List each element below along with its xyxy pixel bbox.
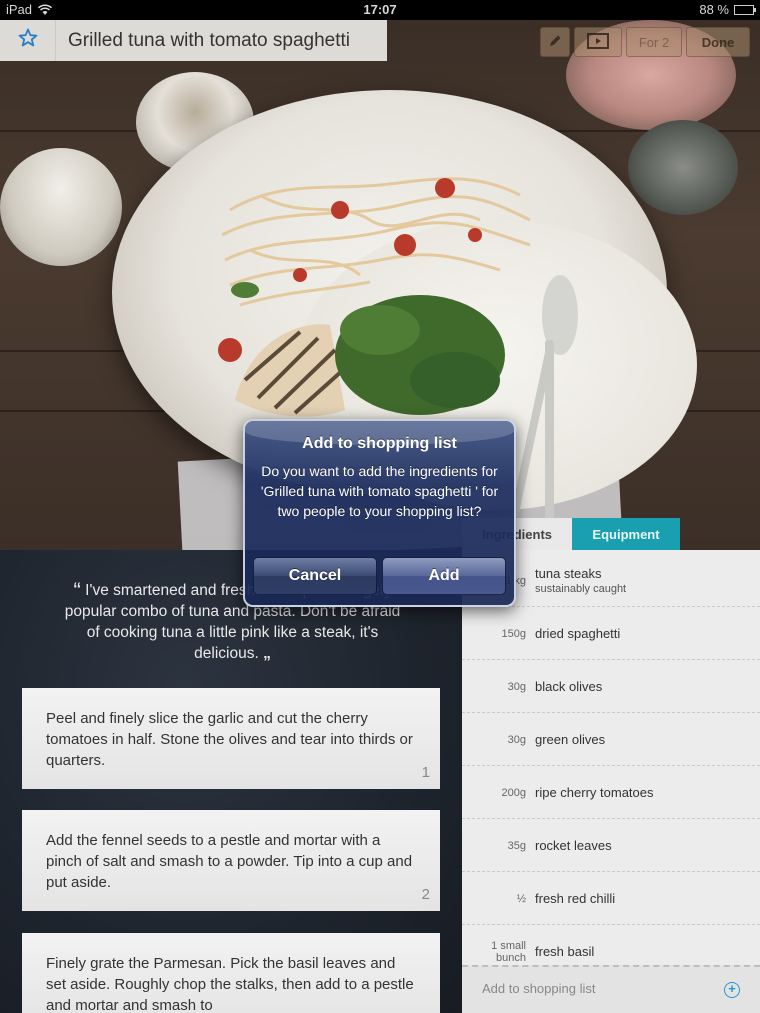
ingredient-quantity: 35g xyxy=(507,839,526,852)
ingredient-row[interactable]: 150g dried spaghetti xyxy=(462,607,760,660)
step-text: Peel and finely slice the garlic and cut… xyxy=(46,710,413,769)
servings-button[interactable]: For 2 xyxy=(626,27,682,57)
add-to-shopping-list-bar[interactable]: Add to shopping list + xyxy=(462,965,760,1013)
tuna-steak xyxy=(235,324,345,417)
battery-percent: 88 % xyxy=(699,2,729,17)
status-bar: iPad 17:07 88 % xyxy=(0,0,760,20)
ingredients-list: 2 x 1 kg tuna steaks sustainably caught … xyxy=(462,550,760,1013)
ingredient-row[interactable]: 35g rocket leaves xyxy=(462,819,760,872)
step-text: Add the fennel seeds to a pestle and mor… xyxy=(46,832,413,891)
ingredient-quantity: 30g xyxy=(507,680,526,693)
spaghetti xyxy=(221,177,531,307)
ingredient-row[interactable]: 30g green olives xyxy=(462,713,760,766)
alert-buttons: Cancel Add xyxy=(253,557,506,595)
fork-spoon xyxy=(510,275,578,540)
open-quote: “ xyxy=(73,578,81,603)
status-right: 88 % xyxy=(699,2,756,17)
title-bar: Grilled tuna with tomato spaghetti xyxy=(0,20,387,61)
ingredient-quantity: 200g xyxy=(501,786,526,799)
add-to-shopping-list-label: Add to shopping list xyxy=(482,981,596,996)
ingredient-quantity: 150g xyxy=(501,627,526,640)
shopping-list-alert: Add to shopping list Do you want to add … xyxy=(243,419,516,607)
ingredient-name: rocket leaves xyxy=(535,838,612,853)
cancel-button[interactable]: Cancel xyxy=(253,557,377,595)
method-step: Peel and finely slice the garlic and cut… xyxy=(22,688,440,789)
recipe-title: Grilled tuna with tomato spaghetti xyxy=(68,29,350,51)
ingredient-name: black olives xyxy=(535,679,603,694)
video-icon xyxy=(587,32,609,52)
ingredient-name: fresh red chilli xyxy=(535,891,616,906)
method-step: Finely grate the Parmesan. Pick the basi… xyxy=(22,933,440,1013)
edit-button[interactable] xyxy=(540,27,570,57)
method-step: Add the fennel seeds to a pestle and mor… xyxy=(22,810,440,911)
ingredient-name: ripe cherry tomatoes xyxy=(535,785,654,800)
pencil-icon xyxy=(548,34,562,51)
video-button[interactable] xyxy=(574,27,622,57)
ingredient-row[interactable]: ½ fresh red chilli xyxy=(462,872,760,925)
add-button[interactable]: Add xyxy=(382,557,506,595)
ingredient-note: sustainably caught xyxy=(535,583,627,595)
ingredient-quantity: 30g xyxy=(507,733,526,746)
close-quote: „ xyxy=(263,645,271,662)
ingredient-row[interactable]: 200g ripe cherry tomatoes xyxy=(462,766,760,819)
ingredient-name: tuna steaks xyxy=(535,566,602,581)
step-number: 1 xyxy=(421,764,430,781)
ingredient-name-block: tuna steaks sustainably caught xyxy=(535,554,626,607)
ingredient-name: dried spaghetti xyxy=(535,626,621,641)
ingredient-name: green olives xyxy=(535,732,606,747)
ingredient-row[interactable]: 30g black olives xyxy=(462,660,760,713)
tab-equipment[interactable]: Equipment xyxy=(572,518,680,550)
ingredient-quantity: ½ xyxy=(516,892,526,905)
favorite-button[interactable] xyxy=(0,20,56,61)
clock: 17:07 xyxy=(363,2,397,17)
top-toolbar: For 2 Done xyxy=(540,27,750,57)
plus-circle-icon[interactable]: + xyxy=(724,982,740,998)
alert-title: Add to shopping list xyxy=(302,435,457,452)
alert-message: Do you want to add the ingredients for '… xyxy=(260,463,499,519)
star-outline-icon xyxy=(18,28,38,53)
step-number: 2 xyxy=(421,886,430,903)
step-text: Finely grate the Parmesan. Pick the basi… xyxy=(46,955,414,1013)
done-button[interactable]: Done xyxy=(686,27,750,57)
battery-icon xyxy=(734,4,756,15)
